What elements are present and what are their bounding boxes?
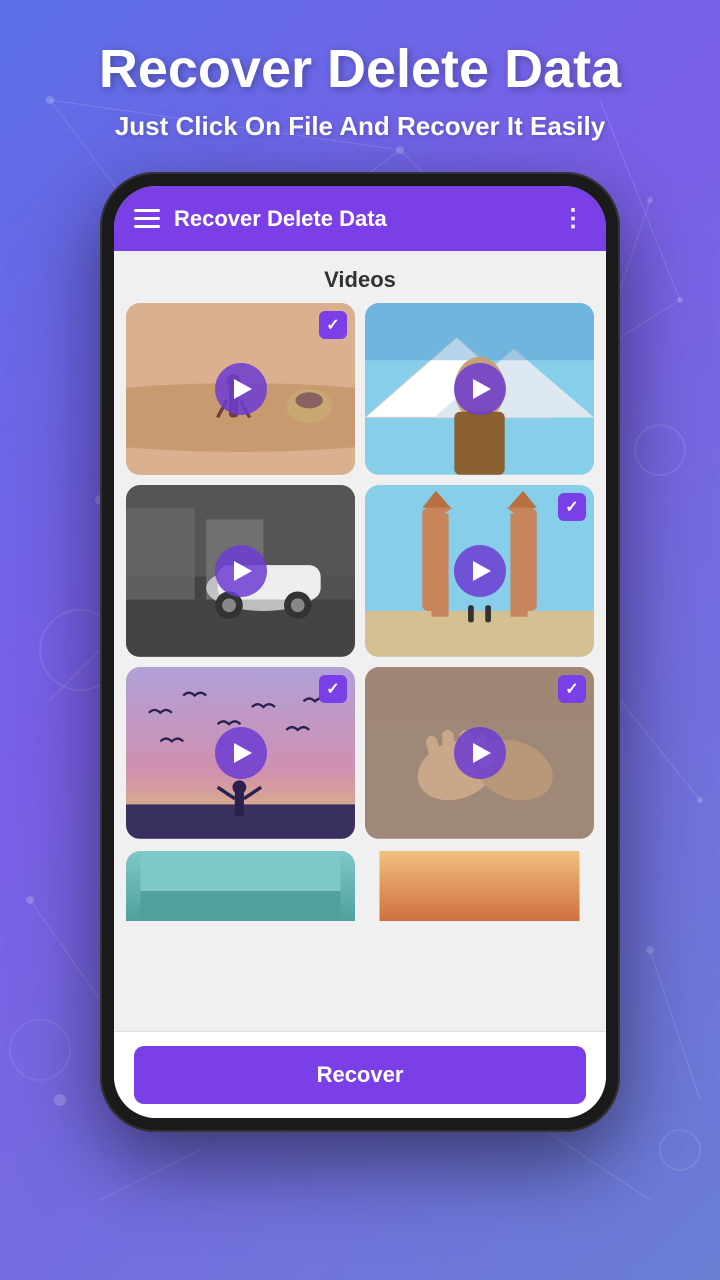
- hamburger-menu-button[interactable]: [134, 209, 160, 228]
- recover-button[interactable]: Recover: [134, 1046, 586, 1104]
- sub-title: Just Click On File And Recover It Easily: [20, 111, 700, 142]
- header-section: Recover Delete Data Just Click On File A…: [0, 0, 720, 162]
- video-item-3[interactable]: [126, 485, 355, 657]
- play-button-1[interactable]: [215, 363, 267, 415]
- content-area: Videos: [114, 251, 606, 1031]
- video-item-5[interactable]: [126, 667, 355, 839]
- play-button-6[interactable]: [454, 727, 506, 779]
- play-button-4[interactable]: [454, 545, 506, 597]
- play-button-2[interactable]: [454, 363, 506, 415]
- partial-video-row: [114, 851, 606, 921]
- check-badge-4: [558, 493, 586, 521]
- video-item-2[interactable]: [365, 303, 594, 475]
- video-item-6[interactable]: [365, 667, 594, 839]
- video-item-8-partial[interactable]: [365, 851, 594, 921]
- phone-screen: Recover Delete Data ⋮ Videos: [114, 186, 606, 1118]
- phone-mockup: Recover Delete Data ⋮ Videos: [100, 172, 620, 1132]
- check-badge-1: [319, 311, 347, 339]
- check-badge-6: [558, 675, 586, 703]
- video-grid: [114, 303, 606, 850]
- video-item-4[interactable]: [365, 485, 594, 657]
- app-bar: Recover Delete Data ⋮: [114, 186, 606, 251]
- section-title: Videos: [114, 251, 606, 303]
- video-item-7-partial[interactable]: [126, 851, 355, 921]
- main-title: Recover Delete Data: [20, 40, 700, 99]
- play-button-3[interactable]: [215, 545, 267, 597]
- more-options-button[interactable]: ⋮: [561, 204, 586, 233]
- bottom-bar: Recover: [114, 1031, 606, 1118]
- check-badge-5: [319, 675, 347, 703]
- phone-outer-frame: Recover Delete Data ⋮ Videos: [100, 172, 620, 1132]
- app-bar-title: Recover Delete Data: [174, 206, 561, 232]
- play-button-5[interactable]: [215, 727, 267, 779]
- video-item-1[interactable]: [126, 303, 355, 475]
